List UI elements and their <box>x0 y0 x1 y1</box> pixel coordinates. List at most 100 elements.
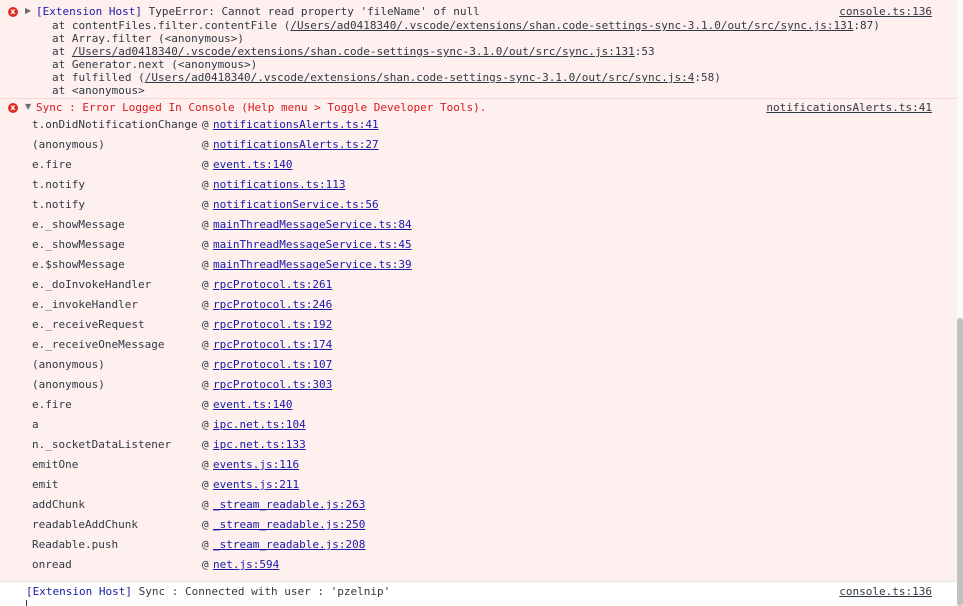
call-stack-row: t.notify @ notifications.ts:113 <box>0 175 957 195</box>
error-message-text: [Extension Host] TypeError: Cannot read … <box>36 5 480 18</box>
source-location-link[interactable]: notificationService.ts:56 <box>213 195 379 215</box>
function-name: e._receiveOneMessage <box>32 338 165 351</box>
call-stack-row: e._receiveOneMessage @ rpcProtocol.ts:174 <box>0 335 957 355</box>
at-symbol: @ <box>202 258 209 271</box>
collapse-triangle-icon[interactable]: ▼ <box>25 102 31 111</box>
function-name: n._socketDataListener <box>32 438 172 451</box>
info-source-link[interactable]: console.ts:136 <box>839 585 932 598</box>
source-location-link[interactable]: _stream_readable.js:250 <box>213 515 365 535</box>
function-name: e._invokeHandler <box>32 298 138 311</box>
at-symbol: @ <box>202 118 209 131</box>
call-stack-row: t.notify @ notificationService.ts:56 <box>0 195 957 215</box>
call-stack-row: e._invokeHandler @ rpcProtocol.ts:246 <box>0 295 957 315</box>
stack-line-text: at Generator.next (<anonymous>) <box>52 58 258 71</box>
extension-host-tag: [Extension Host] <box>36 5 142 18</box>
source-location-link[interactable]: events.js:116 <box>213 455 299 475</box>
call-stack-row: e.fire @ event.ts:140 <box>0 395 957 415</box>
function-name: e._doInvokeHandler <box>32 278 152 291</box>
info-message-text: [Extension Host] Sync : Connected with u… <box>26 585 390 598</box>
source-location-link[interactable]: notificationsAlerts.ts:27 <box>213 135 379 155</box>
function-name: e.$showMessage <box>32 258 125 271</box>
stack-file-link[interactable]: /Users/ad0418340/.vscode/extensions/shan… <box>290 19 853 32</box>
call-stack-row: (anonymous) @ notificationsAlerts.ts:27 <box>0 135 957 155</box>
function-name: Readable.push <box>32 538 119 551</box>
source-location-link[interactable]: ipc.net.ts:104 <box>213 415 306 435</box>
stack-file-link[interactable]: /Users/ad0418340/.vscode/extensions/shan… <box>72 45 635 58</box>
call-stack-row: onread @ net.js:594 <box>0 555 957 575</box>
scrollbar-track[interactable] <box>957 0 963 606</box>
stack-line-text: at Array.filter (<anonymous>) <box>52 32 245 45</box>
function-name: t.notify <box>32 178 85 191</box>
at-symbol: @ <box>202 238 209 251</box>
stack-line: at /Users/ad0418340/.vscode/extensions/s… <box>52 45 655 58</box>
call-stack-row: n._socketDataListener @ ipc.net.ts:133 <box>0 435 957 455</box>
at-symbol: @ <box>202 198 209 211</box>
source-location-link[interactable]: notificationsAlerts.ts:41 <box>213 115 379 135</box>
source-location-link[interactable]: mainThreadMessageService.ts:39 <box>213 255 412 275</box>
call-stack-row: readableAddChunk @ _stream_readable.js:250 <box>0 515 957 535</box>
function-name: t.onDidNotificationChange <box>32 118 198 131</box>
error-message-1: x ▶ [Extension Host] TypeError: Cannot r… <box>0 0 957 99</box>
source-location-link[interactable]: mainThreadMessageService.ts:45 <box>213 235 412 255</box>
function-name: onread <box>32 558 72 571</box>
at-symbol: @ <box>202 298 209 311</box>
stack-file-link[interactable]: /Users/ad0418340/.vscode/extensions/shan… <box>145 71 695 84</box>
stack-line: at contentFiles.filter.contentFile (/Use… <box>52 19 880 32</box>
source-location-link[interactable]: _stream_readable.js:263 <box>213 495 365 515</box>
source-location-link[interactable]: rpcProtocol.ts:261 <box>213 275 332 295</box>
at-symbol: @ <box>202 158 209 171</box>
stack-line-suffix: :87) <box>853 19 880 32</box>
console-input-caret[interactable] <box>26 600 27 606</box>
function-name: a <box>32 418 39 431</box>
source-location-link[interactable]: rpcProtocol.ts:246 <box>213 295 332 315</box>
stack-line: at Generator.next (<anonymous>) <box>52 58 257 71</box>
at-symbol: @ <box>202 338 209 351</box>
error-icon: x <box>8 7 18 17</box>
function-name: (anonymous) <box>32 358 105 371</box>
expand-triangle-icon[interactable]: ▶ <box>25 6 31 15</box>
function-name: e._receiveRequest <box>32 318 145 331</box>
source-location-link[interactable]: event.ts:140 <box>213 155 292 175</box>
source-location-link[interactable]: ipc.net.ts:133 <box>213 435 306 455</box>
source-location-link[interactable]: notifications.ts:113 <box>213 175 345 195</box>
error-source-link[interactable]: notificationsAlerts.ts:41 <box>766 101 932 114</box>
stack-line-text: at fulfilled ( <box>52 71 145 84</box>
function-name: readableAddChunk <box>32 518 138 531</box>
source-location-link[interactable]: mainThreadMessageService.ts:84 <box>213 215 412 235</box>
call-stack-row: e.$showMessage @ mainThreadMessageService.… <box>0 255 957 275</box>
function-name: emitOne <box>32 458 79 471</box>
error-source-link[interactable]: console.ts:136 <box>839 5 932 18</box>
call-stack-row: emit @ events.js:211 <box>0 475 957 495</box>
function-name: e._showMessage <box>32 218 125 231</box>
at-symbol: @ <box>202 458 209 471</box>
error-message-body: TypeError: Cannot read property 'fileNam… <box>141 5 480 18</box>
at-symbol: @ <box>202 518 209 531</box>
at-symbol: @ <box>202 358 209 371</box>
function-name: (anonymous) <box>32 378 105 391</box>
source-location-link[interactable]: rpcProtocol.ts:192 <box>213 315 332 335</box>
source-location-link[interactable]: events.js:211 <box>213 475 299 495</box>
source-location-link[interactable]: event.ts:140 <box>213 395 292 415</box>
source-location-link[interactable]: rpcProtocol.ts:107 <box>213 355 332 375</box>
scrollbar-thumb[interactable] <box>957 318 963 606</box>
at-symbol: @ <box>202 498 209 511</box>
source-location-link[interactable]: net.js:594 <box>213 555 279 575</box>
at-symbol: @ <box>202 478 209 491</box>
function-name: (anonymous) <box>32 138 105 151</box>
error-message-2: x ▼ Sync : Error Logged In Console (Help… <box>0 99 957 582</box>
call-stack-row: e.fire @ event.ts:140 <box>0 155 957 175</box>
call-stack-row: Readable.push @ _stream_readable.js:208 <box>0 535 957 555</box>
function-name: addChunk <box>32 498 85 511</box>
error-message-text: Sync : Error Logged In Console (Help men… <box>36 101 487 114</box>
stack-line-suffix: :53 <box>634 45 655 58</box>
source-location-link[interactable]: rpcProtocol.ts:303 <box>213 375 332 395</box>
extension-host-tag: [Extension Host] <box>26 585 132 598</box>
at-symbol: @ <box>202 178 209 191</box>
source-location-link[interactable]: rpcProtocol.ts:174 <box>213 335 332 355</box>
at-symbol: @ <box>202 378 209 391</box>
source-location-link[interactable]: _stream_readable.js:208 <box>213 535 365 555</box>
function-name: e._showMessage <box>32 238 125 251</box>
stack-line: at fulfilled (/Users/ad0418340/.vscode/e… <box>52 71 721 84</box>
call-stack-row: e._showMessage @ mainThreadMessageService.… <box>0 215 957 235</box>
at-symbol: @ <box>202 318 209 331</box>
